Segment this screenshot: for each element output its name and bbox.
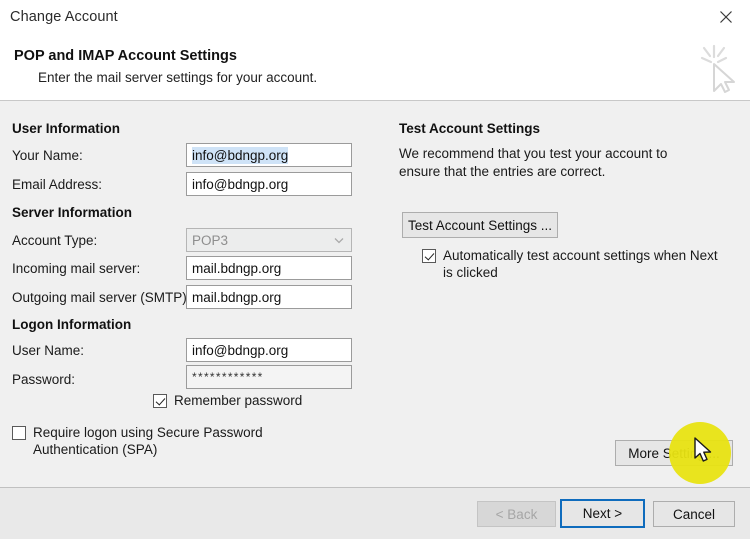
checkbox-box [422,249,436,263]
user-name-value: info@bdngp.org [192,342,289,358]
account-type-value: POP3 [192,232,229,248]
require-spa-checkbox[interactable]: Require logon using Secure Password Auth… [12,424,342,458]
close-button[interactable] [706,2,746,32]
title-bar: Change Account [0,0,750,36]
page-title: POP and IMAP Account Settings [14,48,237,64]
incoming-server-value: mail.bdngp.org [192,260,282,276]
test-account-settings-button[interactable]: Test Account Settings ... [402,212,558,238]
outgoing-server-input[interactable]: mail.bdngp.org [186,285,352,309]
section-test-account-settings: Test Account Settings [399,121,541,136]
page-subtitle: Enter the mail server settings for your … [38,70,318,85]
cursor-sparkle-icon [692,40,744,96]
email-address-value: info@bdngp.org [192,176,289,192]
section-server-information: Server Information [12,205,133,220]
label-incoming-server: Incoming mail server: [12,261,141,276]
user-name-input[interactable]: info@bdngp.org [186,338,352,362]
incoming-server-input[interactable]: mail.bdngp.org [186,256,352,280]
account-type-dropdown[interactable]: POP3 [186,228,352,252]
label-email-address: Email Address: [12,177,103,192]
section-user-information: User Information [12,121,121,136]
email-address-input[interactable]: info@bdngp.org [186,172,352,196]
next-button[interactable]: Next > [560,499,645,528]
checkbox-box [12,426,26,440]
back-button[interactable]: < Back [477,501,556,527]
more-settings-button[interactable]: More Setting ... [615,440,733,466]
remember-password-label: Remember password [174,393,303,408]
chevron-down-icon [328,229,350,251]
remember-password-checkbox[interactable]: Remember password [153,392,302,409]
label-password: Password: [12,372,76,387]
your-name-input[interactable]: info@bdngp.org [186,143,352,167]
label-your-name: Your Name: [12,148,83,163]
dialog-header: POP and IMAP Account Settings Enter the … [0,36,750,100]
auto-test-checkbox[interactable]: Automatically test account settings when… [422,247,722,281]
your-name-value: info@bdngp.org [192,146,289,164]
label-user-name: User Name: [12,343,85,358]
checkbox-box [153,394,167,408]
outgoing-server-value: mail.bdngp.org [192,289,282,305]
dialog-footer: < Back Next > Cancel [0,488,750,539]
require-spa-label: Require logon using Secure Password Auth… [33,425,263,457]
label-outgoing-server: Outgoing mail server (SMTP): [12,290,191,305]
window-title: Change Account [10,9,118,25]
dialog-body: User Information Your Name: info@bdngp.o… [0,101,750,487]
password-input[interactable]: ************ [186,365,352,389]
section-logon-information: Logon Information [12,317,132,332]
cancel-button[interactable]: Cancel [653,501,735,527]
close-icon [719,10,733,24]
label-account-type: Account Type: [12,233,98,248]
auto-test-label: Automatically test account settings when… [443,248,718,280]
test-account-description: We recommend that you test your account … [399,146,668,179]
password-value: ************ [192,370,264,384]
